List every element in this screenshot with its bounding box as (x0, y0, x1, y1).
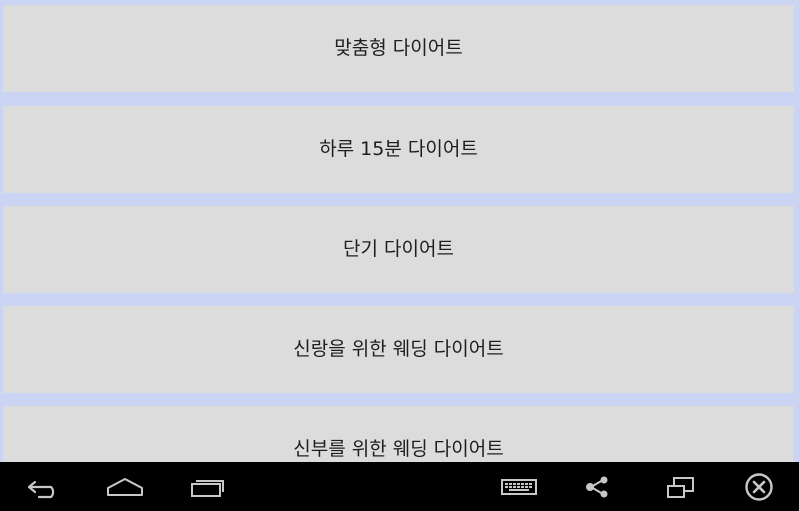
menu-item-label: 신부를 위한 웨딩 다이어트 (293, 438, 504, 460)
menu-item-groom-wedding-diet[interactable]: 신랑을 위한 웨딩 다이어트 (3, 306, 794, 393)
menu-item-15min-diet[interactable]: 하루 15분 다이어트 (3, 106, 794, 193)
keyboard-button[interactable] (489, 462, 549, 511)
window-resize-button[interactable] (650, 462, 710, 511)
close-button[interactable] (729, 462, 789, 511)
home-icon (107, 477, 143, 496)
menu-item-label: 맞춤형 다이어트 (334, 37, 463, 59)
recent-apps-button[interactable] (176, 462, 236, 511)
keyboard-icon (501, 478, 537, 495)
home-button[interactable] (95, 462, 155, 511)
share-button[interactable] (567, 462, 627, 511)
menu-item-custom-diet[interactable]: 맞춤형 다이어트 (3, 5, 794, 92)
close-icon (745, 472, 773, 501)
back-button[interactable] (15, 462, 75, 511)
share-icon (586, 476, 608, 497)
window-resize-icon (667, 476, 694, 498)
app-screen: 맞춤형 다이어트 하루 15분 다이어트 단기 다이어트 신랑을 위한 웨딩 다… (0, 0, 799, 511)
back-icon (27, 480, 55, 498)
diet-menu-list[interactable]: 맞춤형 다이어트 하루 15분 다이어트 단기 다이어트 신랑을 위한 웨딩 다… (0, 0, 799, 462)
menu-item-short-term-diet[interactable]: 단기 다이어트 (3, 206, 794, 293)
menu-item-label: 하루 15분 다이어트 (319, 138, 478, 160)
menu-item-bride-wedding-diet[interactable]: 신부를 위한 웨딩 다이어트 (3, 406, 794, 462)
menu-item-label: 단기 다이어트 (343, 238, 454, 260)
recent-apps-icon (191, 479, 224, 497)
menu-item-label: 신랑을 위한 웨딩 다이어트 (293, 338, 504, 360)
system-navigation-bar (0, 462, 799, 511)
